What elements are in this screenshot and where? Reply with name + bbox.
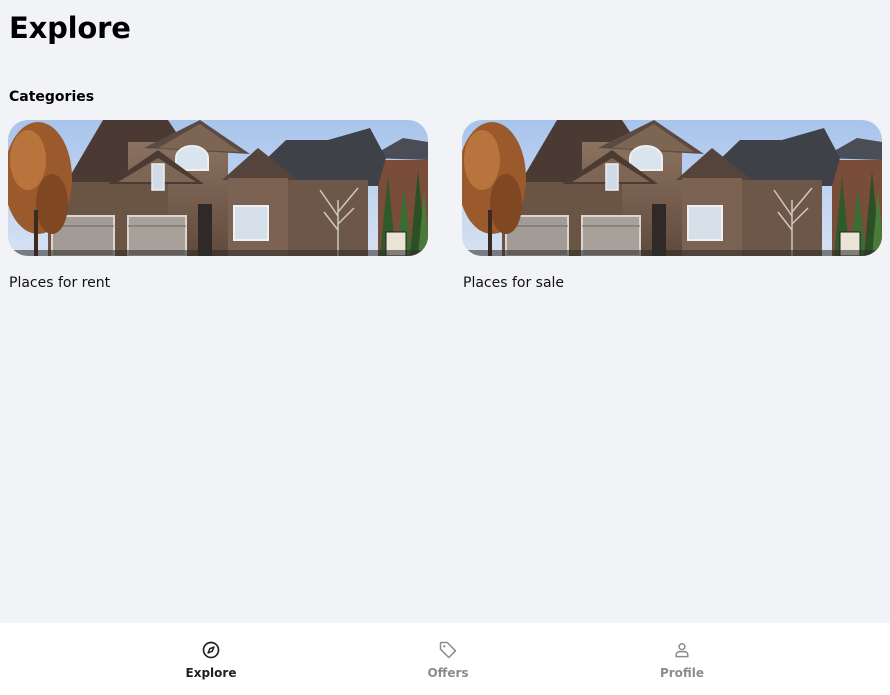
category-card-sale[interactable]: Places for sale xyxy=(462,120,882,292)
bottom-navigation: Explore Offers Profile xyxy=(0,623,890,695)
sale-house-image[interactable] xyxy=(462,120,882,256)
category-label-rent: Places for rent xyxy=(9,275,111,291)
nav-label-profile: Profile xyxy=(659,666,705,680)
compass-icon xyxy=(202,641,220,659)
page-title: Explore xyxy=(9,11,131,45)
nav-label-explore: Explore xyxy=(185,666,237,680)
rent-house-image[interactable] xyxy=(8,120,428,256)
tag-icon xyxy=(439,641,457,659)
nav-item-offers[interactable]: Offers xyxy=(388,623,508,695)
nav-item-explore[interactable]: Explore xyxy=(151,623,271,695)
nav-item-profile[interactable]: Profile xyxy=(622,623,742,695)
category-label-sale: Places for sale xyxy=(463,275,565,291)
nav-label-offers: Offers xyxy=(427,666,469,680)
category-card-rent[interactable]: Places for rent xyxy=(8,120,428,292)
categories-heading: Categories xyxy=(9,89,95,105)
user-icon xyxy=(675,643,689,658)
